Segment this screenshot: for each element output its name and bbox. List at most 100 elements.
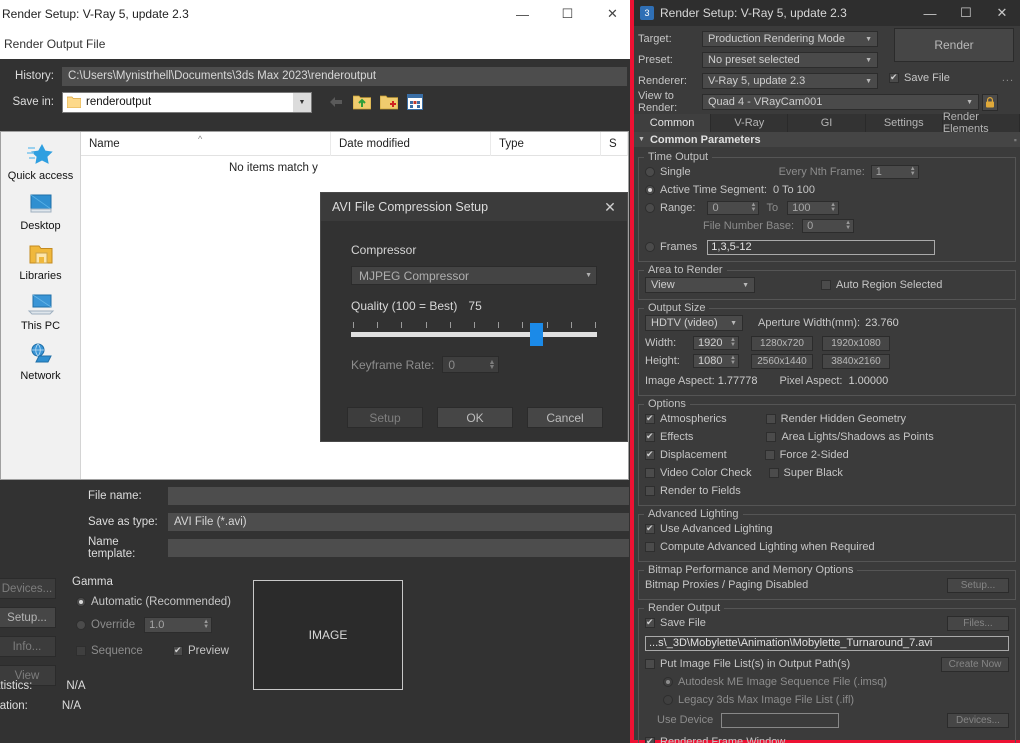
gamma-automatic-radio[interactable] bbox=[76, 597, 86, 607]
close-button[interactable]: ✕ bbox=[590, 0, 635, 28]
sidebar-item-libraries[interactable]: Libraries bbox=[1, 236, 80, 286]
minimize-button[interactable]: — bbox=[500, 0, 545, 28]
frames-input[interactable]: 1,3,5-12 bbox=[707, 239, 936, 255]
chevron-down-icon[interactable]: ▼ bbox=[966, 99, 976, 106]
renderer-combo[interactable]: V-Ray 5, update 2.3 ▼ bbox=[702, 73, 878, 89]
preview-checkbox[interactable] bbox=[173, 644, 183, 656]
effects-checkbox[interactable] bbox=[645, 430, 655, 442]
maximize-button[interactable]: ☐ bbox=[948, 0, 984, 26]
width-spinner[interactable]: 1920 ▲ ▼ bbox=[693, 336, 739, 350]
column-date-modified[interactable]: Date modified bbox=[331, 131, 491, 156]
preset-combo[interactable]: No preset selected ▼ bbox=[702, 52, 878, 68]
sidebar-item-network[interactable]: Network bbox=[1, 336, 80, 386]
maximize-button[interactable]: ☐ bbox=[545, 0, 590, 28]
spinner-arrows-icon[interactable]: ▲ ▼ bbox=[728, 337, 738, 349]
devices-button[interactable]: Devices... bbox=[947, 712, 1009, 728]
files-button[interactable]: Files... bbox=[947, 615, 1009, 631]
compute-advanced-lighting-checkbox[interactable] bbox=[645, 542, 655, 552]
avi-setup-button[interactable]: Setup bbox=[347, 407, 423, 428]
chevron-down-icon[interactable]: ▼ bbox=[730, 320, 740, 327]
new-folder-icon[interactable] bbox=[380, 94, 398, 110]
spinner-arrows-icon[interactable]: ▲ ▼ bbox=[843, 220, 853, 232]
save-file-top-checkbox[interactable] bbox=[889, 71, 899, 83]
quality-slider-thumb[interactable] bbox=[529, 323, 543, 346]
views-icon[interactable] bbox=[407, 94, 423, 110]
gamma-override-radio[interactable] bbox=[76, 620, 86, 630]
column-name[interactable]: Name bbox=[81, 131, 331, 156]
view-lock-button[interactable] bbox=[982, 93, 998, 111]
frames-radio[interactable] bbox=[645, 242, 655, 252]
super-black-checkbox[interactable] bbox=[768, 468, 779, 478]
single-radio[interactable] bbox=[645, 167, 655, 177]
compressor-combo[interactable]: MJPEG Compressor ▼ bbox=[351, 266, 597, 285]
output-size-preset-combo[interactable]: HDTV (video) ▼ bbox=[645, 315, 743, 331]
create-now-button[interactable]: Create Now bbox=[941, 656, 1009, 672]
chevron-down-icon[interactable]: ▼ bbox=[865, 78, 875, 85]
use-device-input[interactable] bbox=[721, 712, 840, 728]
preset-2560x1440-button[interactable]: 2560x1440 bbox=[751, 353, 813, 369]
close-button[interactable]: ✕ bbox=[984, 0, 1020, 26]
save-in-combo[interactable]: renderoutput ▼ bbox=[62, 91, 312, 113]
preset-3840x2160-button[interactable]: 3840x2160 bbox=[822, 353, 890, 369]
column-size[interactable]: S bbox=[601, 131, 628, 156]
every-nth-frame-spinner[interactable]: 1 ▲ ▼ bbox=[870, 165, 919, 179]
range-radio[interactable] bbox=[645, 203, 655, 213]
preview-row[interactable]: Preview bbox=[173, 644, 229, 657]
spinner-arrows-icon[interactable]: ▲ ▼ bbox=[908, 166, 918, 178]
name-template-combo[interactable] bbox=[168, 539, 629, 557]
save-file-checkbox[interactable] bbox=[645, 616, 655, 628]
gamma-override-spinner[interactable]: 1.0 ▲ ▼ bbox=[144, 617, 213, 633]
sequence-checkbox[interactable] bbox=[76, 646, 86, 656]
chevron-down-icon[interactable]: ▼ bbox=[293, 92, 311, 112]
put-image-list-checkbox[interactable] bbox=[645, 659, 655, 669]
column-type[interactable]: Type bbox=[491, 131, 601, 156]
sidebar-item-desktop[interactable]: Desktop bbox=[1, 186, 80, 236]
force-2-sided-checkbox[interactable] bbox=[764, 450, 775, 460]
chevron-down-icon[interactable]: ▼ bbox=[585, 272, 592, 279]
view-to-render-combo[interactable]: Quad 4 - VRayCam001 ▼ bbox=[702, 94, 979, 110]
spinner-arrows-icon[interactable]: ▲ ▼ bbox=[748, 202, 758, 214]
gamma-override-row[interactable]: Override 1.0 ▲ ▼ bbox=[76, 617, 213, 633]
tab-settings[interactable]: Settings bbox=[865, 114, 943, 132]
gamma-automatic-row[interactable]: Automatic (Recommended) bbox=[76, 596, 231, 608]
ifl-radio[interactable] bbox=[663, 695, 673, 705]
use-advanced-lighting-checkbox[interactable] bbox=[645, 522, 655, 534]
avi-close-icon[interactable]: ✕ bbox=[593, 193, 627, 221]
quality-slider-track[interactable] bbox=[351, 323, 597, 346]
sequence-row[interactable]: Sequence bbox=[76, 645, 143, 657]
keyframe-rate-spinner[interactable]: 0 ▲ ▼ bbox=[442, 356, 500, 373]
spinner-arrows-icon[interactable]: ▲ ▼ bbox=[828, 202, 838, 214]
minimize-button[interactable]: — bbox=[912, 0, 948, 26]
chevron-down-icon[interactable]: ▼ bbox=[742, 282, 752, 289]
history-combo[interactable]: C:\Users\Mynistrhell\Documents\3ds Max 2… bbox=[62, 66, 627, 86]
tab-common[interactable]: Common bbox=[634, 114, 712, 132]
up-folder-icon[interactable] bbox=[353, 94, 371, 110]
back-arrow-icon[interactable] bbox=[328, 95, 344, 109]
render-button[interactable]: Render bbox=[894, 28, 1014, 62]
auto-region-checkbox[interactable] bbox=[821, 280, 831, 290]
file-name-input[interactable] bbox=[168, 487, 629, 505]
render-hidden-geometry-checkbox[interactable] bbox=[765, 414, 776, 424]
range-to-spinner[interactable]: 100 ▲ ▼ bbox=[787, 201, 840, 215]
displacement-checkbox[interactable] bbox=[645, 448, 655, 460]
spinner-arrows-icon[interactable]: ▲ ▼ bbox=[201, 619, 211, 631]
tab-render-elements[interactable]: Render Elements bbox=[942, 111, 1020, 135]
range-from-spinner[interactable]: 0 ▲ ▼ bbox=[707, 201, 760, 215]
bitmap-setup-button[interactable]: Setup... bbox=[947, 577, 1009, 593]
chevron-down-icon[interactable]: ▼ bbox=[865, 57, 875, 64]
save-as-type-combo[interactable]: AVI File (*.avi) bbox=[168, 513, 629, 531]
preset-1920x1080-button[interactable]: 1920x1080 bbox=[822, 335, 890, 351]
spinner-arrows-icon[interactable]: ▲ ▼ bbox=[728, 355, 738, 367]
rendered-frame-window-checkbox[interactable] bbox=[645, 735, 655, 743]
area-lights-shadows-checkbox[interactable] bbox=[766, 432, 777, 442]
chevron-down-icon[interactable]: ▼ bbox=[865, 36, 875, 43]
spinner-arrows-icon[interactable]: ▲ ▼ bbox=[488, 359, 498, 371]
area-to-render-combo[interactable]: View ▼ bbox=[645, 277, 755, 293]
sidebar-item-this-pc[interactable]: This PC bbox=[1, 286, 80, 336]
video-color-check-checkbox[interactable] bbox=[645, 468, 655, 478]
output-path-input[interactable]: ...s\_3D\Mobylette\Animation\Mobylette_T… bbox=[645, 635, 1009, 651]
tab-gi[interactable]: GI bbox=[788, 114, 866, 132]
imsq-radio[interactable] bbox=[663, 677, 673, 687]
preset-1280x720-button[interactable]: 1280x720 bbox=[751, 335, 813, 351]
sidebar-item-quick-access[interactable]: Quick access bbox=[1, 136, 80, 186]
